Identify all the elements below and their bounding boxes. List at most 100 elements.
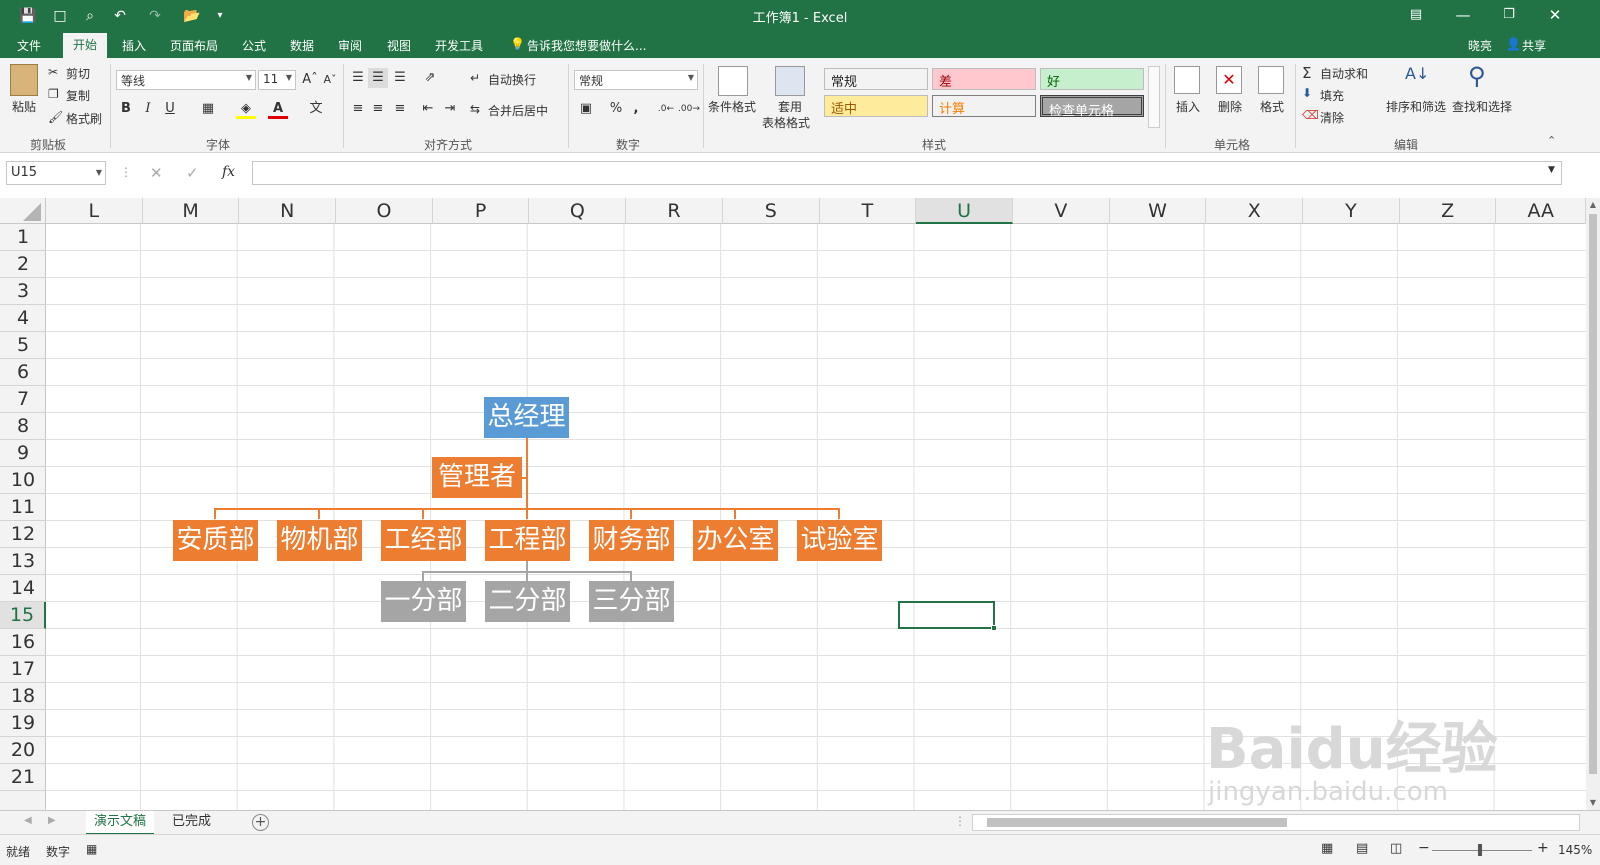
tell-me-search[interactable]: 告诉我您想要做什么... (527, 37, 646, 54)
save-icon[interactable]: 💾 (18, 6, 38, 26)
tab-file[interactable]: 文件 (17, 37, 41, 54)
clear-button[interactable]: 清除 (1320, 109, 1344, 126)
org-node-department[interactable]: 试验室 (797, 520, 882, 561)
delete-button[interactable]: 删除 (1218, 98, 1242, 115)
style-normal[interactable]: 常规 (824, 68, 928, 90)
print-preview-icon[interactable]: ⌕ (80, 6, 100, 26)
row-header[interactable]: 12 (0, 521, 46, 548)
increase-decimal-icon[interactable]: .0← (656, 99, 676, 119)
row-header[interactable]: 8 (0, 413, 46, 440)
row-header[interactable]: 3 (0, 278, 46, 305)
format-button[interactable]: 格式 (1260, 98, 1284, 115)
redo-icon[interactable]: ↷ (145, 6, 165, 26)
insert-cells-icon[interactable] (1174, 66, 1200, 94)
sheet-tab-active[interactable]: 演示文稿 (86, 811, 155, 835)
org-node-department[interactable]: 工程部 (485, 520, 570, 561)
format-painter-icon[interactable]: 🖌 (48, 110, 63, 124)
increase-indent-icon[interactable]: ⇥ (440, 99, 460, 119)
insert-button[interactable]: 插入 (1176, 98, 1200, 115)
column-header[interactable]: X (1206, 198, 1304, 224)
style-good[interactable]: 好 (1040, 68, 1144, 90)
row-header[interactable]: 6 (0, 359, 46, 386)
cut-icon[interactable]: ✂ (48, 65, 58, 79)
add-sheet-button[interactable]: + (252, 814, 269, 831)
align-center-icon[interactable]: ≡ (368, 99, 388, 119)
org-node-sub-department[interactable]: 三分部 (589, 581, 674, 622)
row-header[interactable]: 14 (0, 575, 46, 602)
wrap-text-button[interactable]: 自动换行 (488, 71, 536, 88)
decrease-font-icon[interactable]: Aˇ (320, 70, 340, 90)
find-select-button[interactable]: 查找和选择 (1452, 98, 1512, 115)
tab-developer[interactable]: 开发工具 (435, 37, 483, 54)
zoom-in-icon[interactable]: + (1537, 840, 1549, 856)
org-node-sub-department[interactable]: 一分部 (381, 581, 466, 622)
split-handle-icon[interactable]: ⋮ (954, 814, 966, 828)
phonetic-icon[interactable]: 文 (306, 99, 326, 119)
row-header[interactable]: 2 (0, 251, 46, 278)
tab-formulas[interactable]: 公式 (242, 37, 266, 54)
cancel-icon[interactable]: ✕ (150, 164, 163, 182)
column-header[interactable]: T (820, 198, 917, 224)
tab-review[interactable]: 审阅 (338, 37, 362, 54)
vertical-scroll-thumb[interactable] (1589, 214, 1597, 774)
select-all-button[interactable] (0, 198, 46, 224)
tab-data[interactable]: 数据 (290, 37, 314, 54)
active-cell[interactable] (898, 601, 997, 631)
font-name-combo[interactable]: 等线 ▼ (116, 70, 256, 90)
styles-scroll[interactable] (1148, 66, 1160, 128)
column-header[interactable]: Z (1400, 198, 1497, 224)
normal-view-icon[interactable]: ▦ (1321, 841, 1333, 856)
zoom-out-icon[interactable]: − (1418, 840, 1430, 856)
customize-quick-access-icon[interactable]: ▾ (210, 6, 230, 26)
row-header[interactable]: 16 (0, 629, 46, 656)
row-header[interactable]: 9 (0, 440, 46, 467)
autosum-icon[interactable]: Σ (1302, 64, 1311, 82)
cut-button[interactable]: 剪切 (66, 65, 90, 82)
align-bottom-icon[interactable]: ☰ (390, 68, 410, 88)
paste-icon[interactable] (10, 64, 38, 96)
fill-handle[interactable] (991, 625, 997, 631)
percent-button[interactable]: % (606, 99, 626, 119)
merge-icon[interactable]: ⇆ (470, 102, 480, 116)
sort-filter-icon[interactable]: A↓ (1405, 64, 1435, 94)
number-format-combo[interactable]: 常规 ▼ (574, 70, 698, 90)
autosum-button[interactable]: 自动求和 (1320, 65, 1368, 82)
worksheet-grid[interactable]: 总经理 管理者 安质部 物机部 工经部 工程部 财务部 办公室 试验室 一分部 … (46, 224, 1586, 810)
horizontal-scrollbar[interactable] (972, 814, 1580, 831)
org-node-department[interactable]: 工经部 (381, 520, 466, 561)
italic-button[interactable]: I (138, 99, 158, 119)
horizontal-scroll-thumb[interactable] (987, 818, 1287, 827)
org-node-department[interactable]: 安质部 (173, 520, 258, 561)
close-button[interactable]: ✕ (1532, 0, 1578, 32)
new-file-icon[interactable]: □ (50, 6, 70, 26)
row-header[interactable]: 15 (0, 602, 46, 629)
prev-sheet-icon[interactable]: ◀ (24, 815, 32, 826)
comma-button[interactable]: , (626, 99, 646, 119)
increase-font-icon[interactable]: Aˆ (300, 70, 320, 90)
column-header[interactable]: AA (1497, 198, 1586, 224)
fill-color-icon[interactable]: ◈ (236, 99, 256, 119)
find-icon[interactable]: ⚲ (1468, 62, 1498, 92)
page-break-view-icon[interactable]: ◫ (1390, 841, 1402, 856)
orientation-icon[interactable]: ⇗ (420, 68, 440, 88)
wrap-text-icon[interactable]: ↵ (470, 71, 480, 85)
row-header[interactable]: 17 (0, 656, 46, 683)
copy-button[interactable]: 复制 (66, 87, 90, 104)
eraser-icon[interactable]: ⌫ (1302, 108, 1319, 122)
macro-record-icon[interactable]: ▦ (86, 842, 97, 856)
share-button[interactable]: 共享 (1522, 37, 1546, 54)
scroll-up-icon[interactable]: ▲ (1586, 198, 1600, 212)
currency-icon[interactable]: ▣ (576, 99, 596, 119)
zoom-level[interactable]: 145% (1558, 843, 1592, 857)
column-header[interactable]: Q (530, 198, 627, 224)
column-header[interactable]: U (916, 198, 1013, 224)
tab-view[interactable]: 视图 (387, 37, 411, 54)
page-layout-view-icon[interactable]: ▤ (1356, 841, 1368, 856)
tab-insert[interactable]: 插入 (122, 37, 146, 54)
zoom-slider-thumb[interactable] (1478, 844, 1482, 856)
format-as-table-line2[interactable]: 表格格式 (762, 114, 810, 131)
row-header[interactable]: 1 (0, 224, 46, 251)
column-header[interactable]: R (626, 198, 723, 224)
vertical-scrollbar[interactable]: ▲ ▼ (1586, 198, 1600, 810)
align-middle-icon[interactable]: ☰ (368, 68, 388, 88)
